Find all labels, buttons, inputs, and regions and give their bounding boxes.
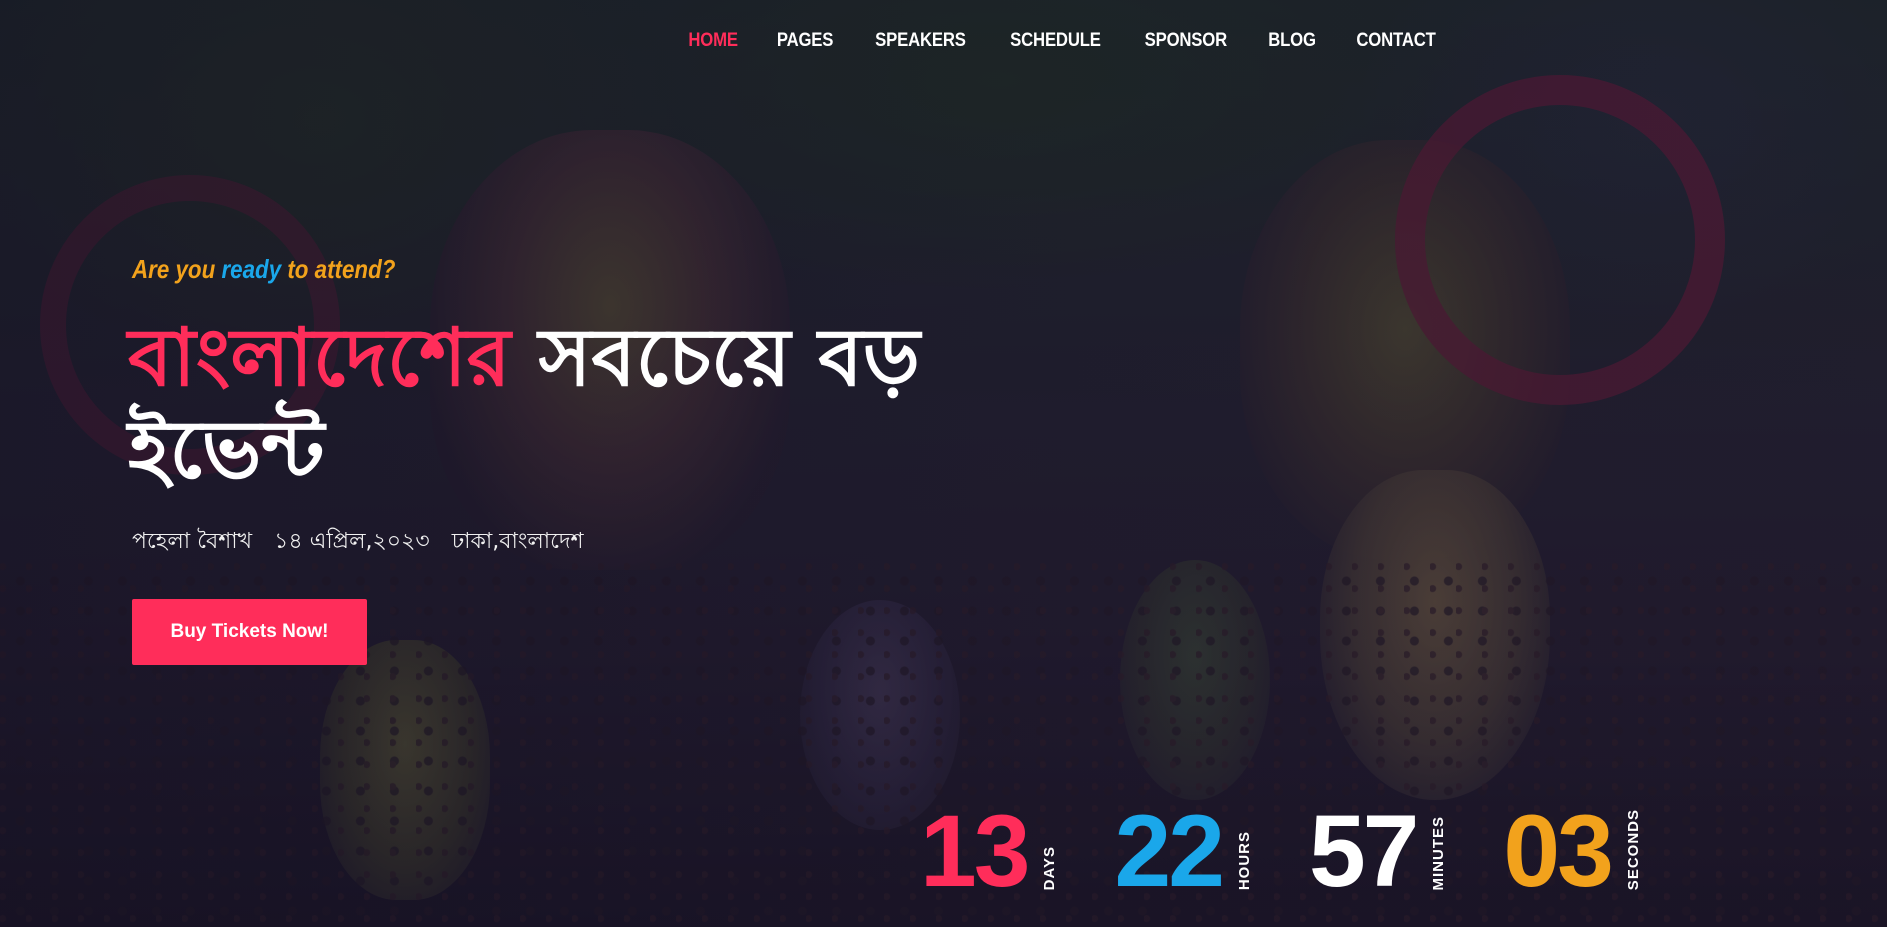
nav-item-sponsor[interactable]: SPONSOR — [1145, 30, 1228, 52]
countdown-days: 13 DAYS — [920, 794, 1059, 908]
countdown-timer: 13 DAYS 22 HOURS 57 MINUTES 03 SECONDS — [920, 794, 1642, 908]
nav-item-pages[interactable]: PAGES — [777, 30, 834, 52]
nav-item-speakers[interactable]: SPEAKERS — [876, 30, 967, 52]
countdown-days-value: 13 — [920, 794, 1030, 908]
countdown-seconds-label: SECONDS — [1624, 808, 1642, 890]
hero-title-accent: বাংলাদেশের — [128, 311, 511, 404]
nav-item-schedule[interactable]: SCHEDULE — [1010, 30, 1101, 52]
nav-item-home[interactable]: HOME — [688, 30, 738, 52]
event-date: ১৪ এপ্রিল,২০২৩ — [274, 529, 430, 554]
main-nav: HOME PAGES SPEAKERS SCHEDULE SPONSOR BLO… — [685, 30, 1441, 52]
countdown-seconds-value: 03 — [1503, 794, 1613, 908]
buy-tickets-button[interactable]: Buy Tickets Now! — [132, 599, 367, 665]
hero-tagline: Are you ready to attend? — [132, 254, 395, 285]
countdown-hours-value: 22 — [1114, 794, 1224, 908]
countdown-days-label: DAYS — [1041, 845, 1059, 890]
tagline-highlight: ready — [221, 254, 282, 284]
event-location: ঢাকা,বাংলাদেশ — [451, 529, 584, 554]
tagline-pre: Are you — [132, 254, 222, 284]
nav-item-blog[interactable]: BLOG — [1268, 30, 1316, 52]
hero-title: বাংলাদেশের সবচেয়ে বড় ইভেন্ট — [128, 312, 1128, 496]
countdown-hours-label: HOURS — [1235, 830, 1253, 890]
event-name: পহেলা বৈশাখ — [132, 529, 253, 554]
countdown-minutes-value: 57 — [1308, 794, 1419, 908]
tagline-post: to attend? — [281, 254, 396, 284]
event-meta: পহেলা বৈশাখ ১৪ এপ্রিল,২০২৩ ঢাকা,বাংলাদেশ — [132, 524, 584, 561]
countdown-hours: 22 HOURS — [1114, 794, 1253, 908]
countdown-seconds: 03 SECONDS — [1503, 794, 1642, 908]
countdown-minutes-label: MINUTES — [1430, 815, 1448, 891]
countdown-minutes: 57 MINUTES — [1308, 794, 1448, 908]
nav-item-contact[interactable]: CONTACT — [1356, 30, 1435, 52]
